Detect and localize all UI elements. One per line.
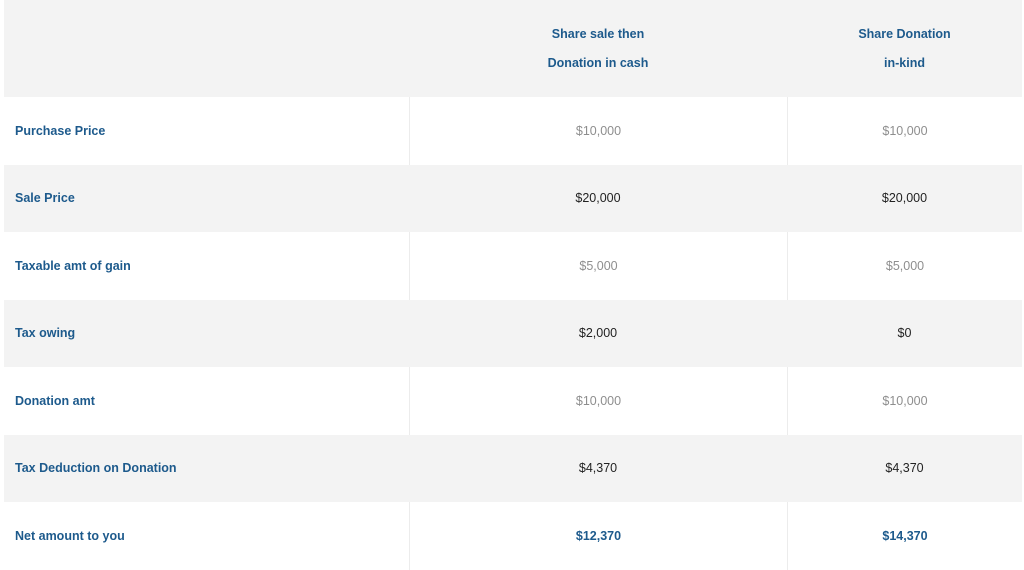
cell-value-cash: $10,000	[575, 393, 622, 408]
row-label: Donation amt	[15, 393, 95, 408]
header-share-donation-in-kind: Share Donation in-kind	[787, 0, 1022, 97]
table-row-net-amount: Net amount to you $12,370 $14,370	[4, 502, 1022, 570]
table-row-taxable-gain: Taxable amt of gain $5,000 $5,000	[4, 232, 1022, 300]
header-empty-cell	[4, 0, 409, 97]
row-label: Sale Price	[15, 191, 75, 206]
header-col-b-line-1: Share Donation	[858, 26, 951, 41]
header-col-a-line-2: Donation in cash	[547, 55, 649, 70]
row-label: Purchase Price	[15, 123, 106, 138]
cell-value-cash: $2,000	[578, 326, 618, 341]
table-row-donation-amt: Donation amt $10,000 $10,000	[4, 367, 1022, 435]
table-header: Share sale then Donation in cash Share D…	[4, 0, 1022, 97]
row-label: Tax owing	[15, 326, 76, 341]
cell-value-cash: $12,370	[575, 528, 622, 543]
row-label: Taxable amt of gain	[15, 258, 131, 273]
table-row-tax-deduction: Tax Deduction on Donation $4,370 $4,370	[4, 434, 1022, 502]
cell-value-in-kind: $5,000	[885, 258, 925, 273]
header-col-a-line-1: Share sale then	[551, 26, 645, 41]
header-col-b-line-2: in-kind	[884, 55, 925, 70]
header-share-sale-cash: Share sale then Donation in cash	[409, 0, 787, 97]
cell-value-in-kind: $14,370	[882, 528, 928, 543]
cell-value-cash: $20,000	[575, 191, 621, 206]
cell-value-cash: $5,000	[579, 258, 618, 273]
cell-value-in-kind: $4,370	[885, 461, 924, 476]
cell-value-in-kind: $0	[897, 326, 912, 341]
cell-value-cash: $10,000	[575, 123, 622, 138]
table-row-tax-owing: Tax owing $2,000 $0	[4, 299, 1022, 367]
table-row-sale-price: Sale Price $20,000 $20,000	[4, 164, 1022, 232]
cell-value-in-kind: $10,000	[882, 393, 928, 408]
row-label: Net amount to you	[15, 528, 125, 543]
cell-value-in-kind: $20,000	[881, 191, 928, 206]
cell-value-cash: $4,370	[578, 461, 618, 476]
cell-value-in-kind: $10,000	[882, 123, 928, 138]
table-row-purchase-price: Purchase Price $10,000 $10,000	[4, 97, 1022, 165]
comparison-table: Share sale then Donation in cash Share D…	[4, 0, 1022, 570]
row-label: Tax Deduction on Donation	[15, 461, 177, 476]
